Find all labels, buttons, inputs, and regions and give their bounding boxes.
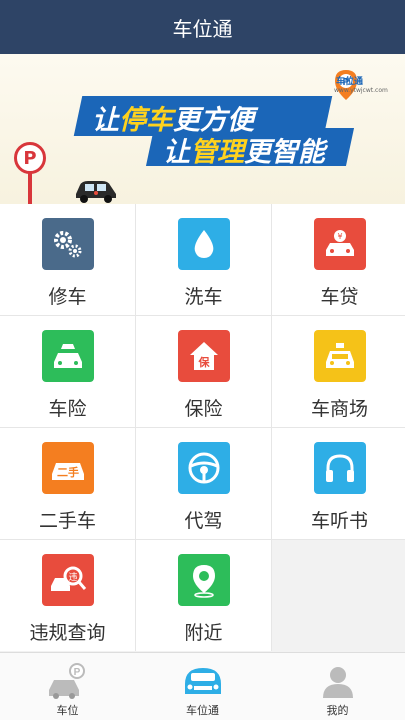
service-label: 违规查询 [29,622,106,644]
service-label: 车商场 [310,398,368,420]
svg-text:二手: 二手 [57,465,79,479]
tab-mine[interactable]: 我的 [270,653,405,720]
service-violation-query[interactable]: 违 违规查询 [0,540,135,651]
parking-sign-icon: P [14,142,46,174]
service-label: 保险 [184,398,223,420]
gears-icon [41,218,94,270]
tab-label: 我的 [326,704,349,717]
service-designated-driver[interactable]: 代驾 [136,428,271,539]
parking-car-icon: P [48,663,85,699]
page-title: 车位通 [172,16,233,41]
svg-text:P: P [73,667,80,678]
service-label: 洗车 [184,286,223,308]
service-mall[interactable]: 车商场 [272,316,405,427]
svg-text:¥: ¥ [337,232,342,241]
brand-logo-text: 车位通 [336,77,364,87]
steering-wheel-icon [177,442,230,494]
tab-home[interactable]: 车位通 [135,653,270,720]
taxi-icon [313,330,366,382]
water-drop-icon [177,218,230,270]
brand-logo-url: www.ytwjcwt.com [334,87,388,94]
user-icon [322,667,353,698]
violation-search-icon: 违 [41,554,94,606]
service-car-insurance[interactable]: 车险 [0,316,135,427]
service-audiobook[interactable]: 车听书 [272,428,405,539]
promo-banner[interactable]: 让停车更方便 让管理更智能 P P 车位通 www.ytwjcwt.com [0,54,405,204]
service-grid: 修车 洗车 ¥ 车贷 车险 保 保险 车商场 二手 二手车 代驾 车听书 违 违… [0,204,405,651]
service-wash[interactable]: 洗车 [136,204,271,315]
service-label: 车听书 [310,510,368,532]
insurance-house-icon: 保 [177,330,230,382]
service-loan[interactable]: ¥ 车贷 [272,204,405,315]
service-insurance[interactable]: 保 保险 [136,316,271,427]
service-label: 二手车 [38,510,96,532]
service-label: 车险 [48,398,87,420]
headphones-icon [313,442,366,494]
location-pin-icon [177,554,230,606]
tab-label: 车位 [56,704,79,717]
tab-label: 车位通 [186,704,219,717]
service-used-car[interactable]: 二手 二手车 [0,428,135,539]
service-label: 车贷 [320,286,359,308]
car-front-icon [184,668,221,694]
bottom-tab-bar: P 车位 车位通 我的 [0,652,405,720]
app-header: 车位通 [0,0,405,54]
svg-text:保: 保 [197,355,210,369]
banner-car-icon [76,181,116,203]
car-loan-icon: ¥ [313,218,366,270]
svg-text:违: 违 [68,572,77,583]
banner-slogan-2: 让管理更智能 [163,137,325,168]
service-label: 代驾 [184,510,223,532]
empty-grid-cell [272,540,405,651]
parking-sign-pole [28,172,32,204]
tab-parking[interactable]: P 车位 [0,653,135,720]
service-label: 修车 [48,286,87,308]
car-insurance-icon [41,330,94,382]
service-repair[interactable]: 修车 [0,204,135,315]
used-car-icon: 二手 [41,442,94,494]
service-nearby[interactable]: 附近 [136,540,271,651]
service-label: 附近 [184,622,223,644]
